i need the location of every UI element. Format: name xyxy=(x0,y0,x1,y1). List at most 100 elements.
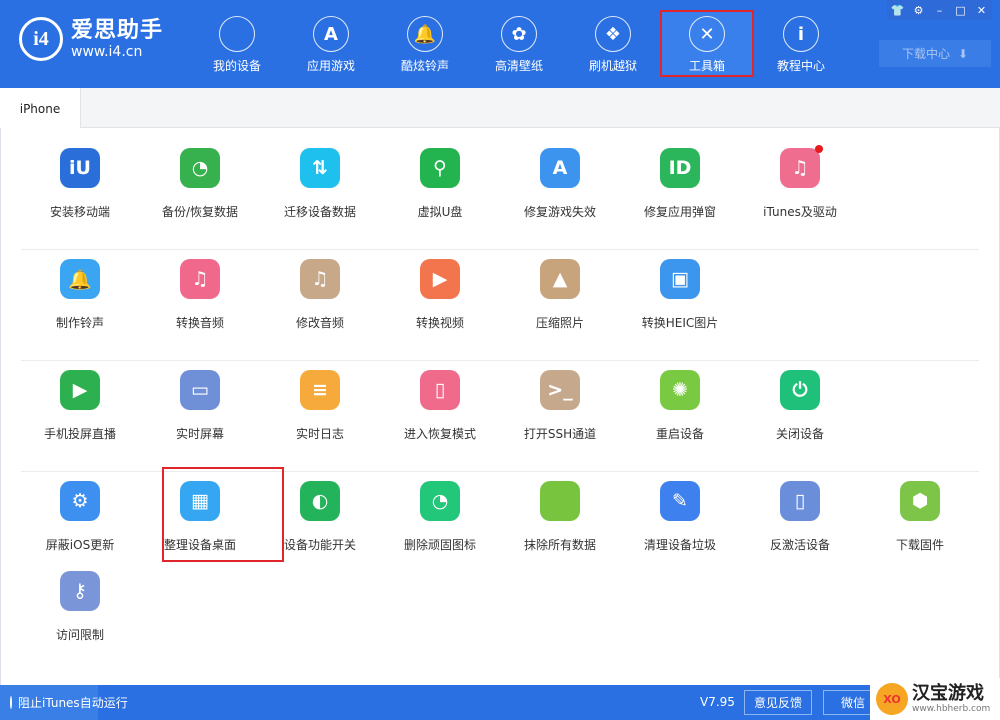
tool-item[interactable]: ▭ 实时屏幕 xyxy=(140,354,260,450)
nav-label: 刷机越狱 xyxy=(588,59,637,73)
tool-label: 访问限制 xyxy=(55,628,104,642)
version-label: V7.95 xyxy=(700,695,735,709)
tool-item[interactable]: ♫ 修改音频 xyxy=(260,243,380,339)
apple-icon xyxy=(219,16,255,52)
download-center-button[interactable]: 下载中心 ⬇ xyxy=(879,40,991,67)
usb-icon: ⚲ xyxy=(420,148,460,188)
tool-label: 修复应用弹窗 xyxy=(643,205,716,219)
tool-item[interactable]: A 修复游戏失效 xyxy=(500,132,620,228)
tool-item[interactable]: ▶ 手机投屏直播 xyxy=(20,354,140,450)
flower-icon: ✿ xyxy=(501,16,537,52)
tool-item[interactable]: ⇅ 迁移设备数据 xyxy=(260,132,380,228)
tool-item[interactable]: ♫ iTunes及驱动 xyxy=(740,132,860,228)
app-store-repair-icon: A xyxy=(540,148,580,188)
app-logo: i4 爱思助手 www.i4.cn xyxy=(19,17,163,61)
log-document-icon: ≡ xyxy=(300,370,340,410)
tool-item[interactable]: ⚙ 屏蔽iOS更新 xyxy=(20,465,140,561)
tool-item[interactable]: ♫ 转换音频 xyxy=(140,243,260,339)
header: i4 爱思助手 www.i4.cn 我的设备 A 应用游戏 🔔 酷炫铃声 ✿ 高清壁纸 ❖ 刷机… xyxy=(0,0,1000,88)
tool-label: 下载固件 xyxy=(895,538,944,552)
monitor-icon: ▭ xyxy=(180,370,220,410)
close-button[interactable]: ✕ xyxy=(971,0,992,20)
watermark-url: www.hbherb.com xyxy=(912,704,991,714)
tool-label: iTunes及驱动 xyxy=(763,205,837,219)
cube-icon: ⬢ xyxy=(900,481,940,521)
nav-bell[interactable]: 🔔 酷炫铃声 xyxy=(378,10,472,77)
tool-item[interactable]: ⚲ 虚拟U盘 xyxy=(380,132,500,228)
apple-erase-icon xyxy=(540,481,580,521)
nav-tools[interactable]: ✕ 工具箱 xyxy=(660,10,754,77)
block-itunes-toggle[interactable]: 阻止iTunes自动运行 xyxy=(0,685,128,720)
notification-dot xyxy=(815,145,823,153)
tool-label: 修改音频 xyxy=(295,316,344,330)
nav-app-store[interactable]: A 应用游戏 xyxy=(284,10,378,77)
nav-apple[interactable]: 我的设备 xyxy=(190,10,284,77)
tool-item[interactable]: ✎ 清理设备垃圾 xyxy=(620,465,740,561)
music-convert-icon: ♫ xyxy=(180,259,220,299)
tool-item[interactable]: 抹除所有数据 xyxy=(500,465,620,561)
tool-item[interactable]: ▶ 转换视频 xyxy=(380,243,500,339)
music-edit-icon: ♫ xyxy=(300,259,340,299)
key-icon: ⚷ xyxy=(60,571,100,611)
terminal-icon: >_ xyxy=(540,370,580,410)
bell-plus-icon: 🔔 xyxy=(60,259,100,299)
tab-bar: iPhone xyxy=(0,88,1000,129)
pie-icon: ◔ xyxy=(420,481,460,521)
tool-label: 转换视频 xyxy=(415,316,464,330)
download-icon: ⬇ xyxy=(957,46,969,61)
broom-icon: ✎ xyxy=(660,481,700,521)
tool-item[interactable]: ⬢ 下载固件 xyxy=(860,465,980,561)
toolbox-grid: iU 安装移动端 ◔ 备份/恢复数据 ⇅ 迁移设备数据 ⚲ 虚拟U盘 A 修复游戏失效 ID 修复应用… xyxy=(0,128,1000,685)
itunes-icon: ♫ xyxy=(780,145,823,188)
nav-label: 应用游戏 xyxy=(306,59,355,73)
grid-icon: ▦ xyxy=(180,481,220,521)
window-controls: 👕 ⚙ – □ ✕ xyxy=(887,0,992,20)
tool-label: 制作铃声 xyxy=(55,316,104,330)
tool-label: 打开SSH通道 xyxy=(523,427,597,441)
tool-label: 设备功能开关 xyxy=(283,538,356,552)
tool-label: 压缩照片 xyxy=(535,316,584,330)
status-bar: 阻止iTunes自动运行 V7.95 意见反馈 微信 xyxy=(0,685,1000,720)
info-icon: i xyxy=(783,16,819,52)
tool-item[interactable]: ◔ 备份/恢复数据 xyxy=(140,132,260,228)
minimize-button[interactable]: – xyxy=(929,0,950,20)
feedback-button[interactable]: 意见反馈 xyxy=(744,690,812,715)
app-url: www.i4.cn xyxy=(71,44,143,60)
tool-item[interactable]: ✺ 重启设备 xyxy=(620,354,740,450)
tool-item[interactable]: ⚷ 访问限制 xyxy=(20,555,140,651)
radio-icon[interactable] xyxy=(10,696,12,709)
tools-icon: ✕ xyxy=(689,16,725,52)
apple-id-icon: ID xyxy=(660,148,700,188)
nav-info[interactable]: i 教程中心 xyxy=(754,10,848,77)
settings-icon[interactable]: ⚙ xyxy=(908,0,929,20)
tool-item[interactable]: ≡ 实时日志 xyxy=(260,354,380,450)
nav-box[interactable]: ❖ 刷机越狱 xyxy=(566,10,660,77)
tool-label: 屏蔽iOS更新 xyxy=(45,538,115,552)
maximize-button[interactable]: □ xyxy=(950,0,971,20)
nav-label: 酷炫铃声 xyxy=(400,59,449,73)
tool-item[interactable]: ⏻ 关闭设备 xyxy=(740,354,860,450)
recovery-phone-icon: ▯ xyxy=(420,370,460,410)
tool-label: 手机投屏直播 xyxy=(43,427,116,441)
backup-clock-icon: ◔ xyxy=(180,148,220,188)
skin-icon[interactable]: 👕 xyxy=(887,0,908,20)
tool-label: 抹除所有数据 xyxy=(523,538,596,552)
nav-flower[interactable]: ✿ 高清壁纸 xyxy=(472,10,566,77)
tool-item[interactable]: ▣ 转换HEIC图片 xyxy=(620,243,740,339)
phone-stream-icon: ▶ xyxy=(60,370,100,410)
app-name: 爱思助手 xyxy=(71,18,164,43)
tool-item[interactable]: 🔔 制作铃声 xyxy=(20,243,140,339)
tool-item[interactable]: >_ 打开SSH通道 xyxy=(500,354,620,450)
tool-item[interactable]: ◔ 删除顽固图标 xyxy=(380,465,500,561)
tool-item[interactable]: ▯ 反激活设备 xyxy=(740,465,860,561)
tab-iphone[interactable]: iPhone xyxy=(0,88,81,129)
tool-item[interactable]: ▦ 整理设备桌面 xyxy=(140,465,284,562)
tool-item[interactable]: ID 修复应用弹窗 xyxy=(620,132,740,228)
photo-icon: ▲ xyxy=(540,259,580,299)
tool-label: 实时日志 xyxy=(295,427,344,441)
block-itunes-label: 阻止iTunes自动运行 xyxy=(18,696,128,710)
tool-item[interactable]: ▲ 压缩照片 xyxy=(500,243,620,339)
tool-item[interactable]: ◐ 设备功能开关 xyxy=(260,465,380,561)
tool-item[interactable]: iU 安装移动端 xyxy=(20,132,140,228)
tool-item[interactable]: ▯ 进入恢复模式 xyxy=(380,354,500,450)
